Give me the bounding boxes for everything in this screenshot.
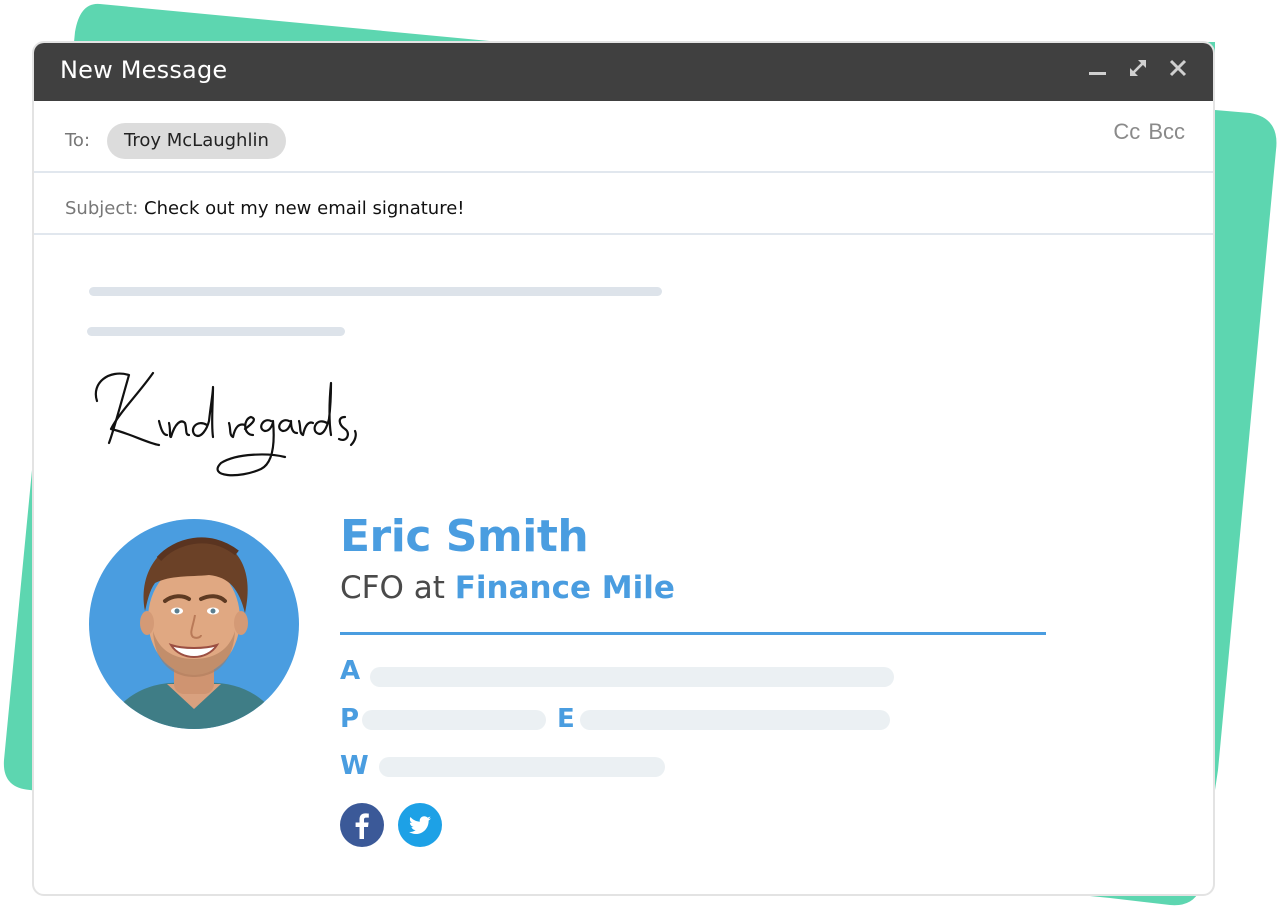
cc-bcc-links: Cc Bcc <box>1113 119 1185 145</box>
subject-label: Subject: <box>65 198 139 219</box>
body-text-placeholder-line <box>89 287 662 296</box>
twitter-button[interactable] <box>398 803 442 847</box>
handwritten-closing: Kind regards, <box>94 371 357 477</box>
facebook-button[interactable] <box>340 803 384 847</box>
signature-divider <box>340 632 1046 635</box>
email-placeholder <box>580 710 890 730</box>
bcc-link[interactable]: Bcc <box>1148 119 1185 145</box>
email-label: E <box>557 704 575 734</box>
cc-link[interactable]: Cc <box>1113 119 1140 145</box>
close-icon[interactable] <box>1167 57 1189 79</box>
to-row: To: Troy McLaughlin Cc Bcc <box>34 101 1213 173</box>
minimize-icon[interactable] <box>1087 57 1109 79</box>
website-placeholder <box>379 757 665 777</box>
subject-row[interactable]: Subject: Check out my new email signatur… <box>34 173 1213 235</box>
to-label: To: <box>65 130 91 151</box>
window-title: New Message <box>60 56 228 84</box>
recipient-chip[interactable]: Troy McLaughlin <box>107 123 286 159</box>
signature-name: Eric Smith <box>340 511 589 562</box>
avatar <box>89 519 299 729</box>
address-placeholder <box>370 667 894 687</box>
facebook-icon <box>355 813 369 839</box>
phone-placeholder <box>362 710 546 730</box>
title-bar: New Message <box>34 43 1213 101</box>
body-text-placeholder-line <box>87 327 345 336</box>
expand-icon[interactable] <box>1127 57 1149 79</box>
profile-photo <box>109 537 279 729</box>
phone-label: P <box>340 704 360 734</box>
twitter-icon <box>408 816 431 834</box>
signature-role: CFO at <box>340 570 445 606</box>
signature-company: Finance Mile <box>454 570 675 606</box>
signature-title: CFO at Finance Mile <box>340 570 675 606</box>
compose-window: New Message To: Troy McLaughlin Cc Bcc S… <box>32 41 1215 896</box>
address-label: A <box>340 656 361 686</box>
subject-input[interactable]: Check out my new email signature! <box>144 198 465 219</box>
website-label: W <box>340 751 369 781</box>
window-controls <box>1087 57 1189 79</box>
